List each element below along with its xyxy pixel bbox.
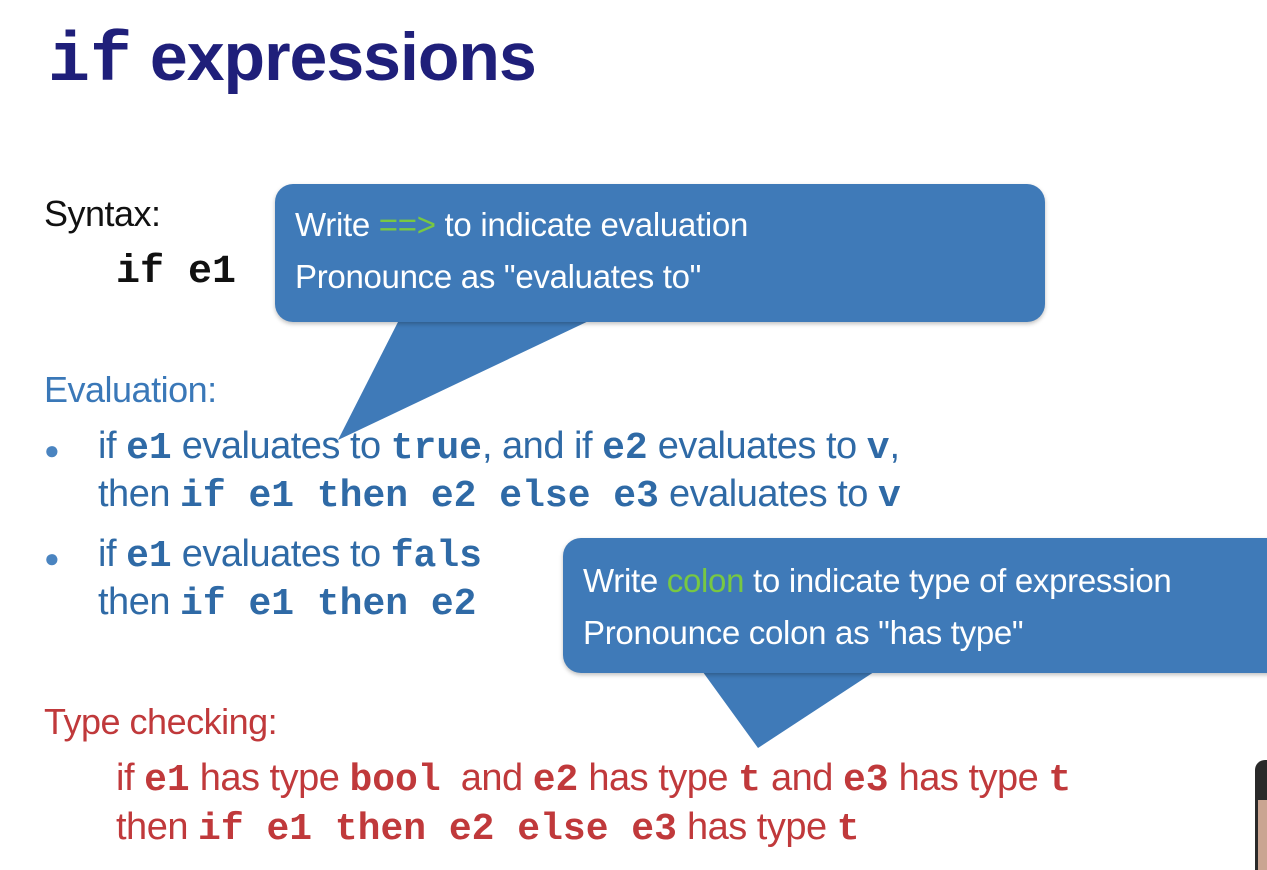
evaluation-bullet-2-line-1: if e1 evaluates to fals [98,533,482,578]
text: if [116,757,145,799]
callout-evaluation-line-2: Pronounce as "evaluates to" [295,258,702,295]
text: Write [295,206,379,243]
highlight: ==> [378,206,436,243]
code: v [877,475,901,518]
text: if [98,533,127,575]
code: e1 [126,535,172,578]
presenter-hand [1258,800,1267,870]
text: has type [888,757,1049,799]
text: evaluates to [171,533,391,575]
text: has type [676,806,837,848]
code: if e1 then e2 else e3 [198,808,677,851]
callout-type: Write colon to indicate type of expressi… [563,538,1267,673]
code: if e1 then e2 else e3 [180,475,659,518]
text: , and if [481,425,603,467]
code: e1 [144,759,190,802]
type-checking-line-2: then if e1 then e2 else e3 has type t [116,806,860,851]
callout-evaluation: Write ==> to indicate evaluation Pronoun… [275,184,1045,322]
syntax-code: if e1 [116,250,237,295]
code: e2 [602,427,648,470]
bullet-dot: ● [44,435,60,465]
type-checking-heading: Type checking: [44,701,278,742]
evaluation-bullet-1-line-1: if e1 evaluates to true, and if e2 evalu… [98,425,900,470]
code: if e1 then e2 [180,583,477,626]
code: e1 [126,427,172,470]
text: then [98,473,181,515]
syntax-heading: Syntax: [44,193,161,234]
evaluation-heading: Evaluation: [44,369,217,410]
text: evaluates to [658,473,878,515]
type-checking-line-1: if e1 has type bool and e2 has type t an… [116,757,1071,802]
code: t [1048,759,1072,802]
text: , [889,425,901,467]
code: fals [390,535,482,578]
bullet-dot: ● [44,543,60,573]
text: has type [189,757,350,799]
callout-type-line-2: Pronounce colon as "has type" [583,614,1024,651]
text: then [116,806,199,848]
code: bool [349,759,441,802]
text: Write [583,562,667,599]
evaluation-bullet-2-line-2: then if e1 then e2 [98,581,476,626]
text: and [440,757,533,799]
code: e2 [532,759,579,802]
code: v [866,427,890,470]
slide-title: if expressions [48,18,537,102]
code: t [836,808,860,851]
callout-evaluation-line-1: Write ==> to indicate evaluation [295,206,748,244]
title-keyword: if [48,23,133,102]
code: t [738,759,761,802]
text: if [98,425,127,467]
title-text: expressions [132,19,537,95]
callout-evaluation-tail [338,318,595,440]
text: to indicate evaluation [435,206,749,243]
callout-type-line-1: Write colon to indicate type of expressi… [583,562,1172,600]
text: then [98,581,181,623]
code: e3 [842,759,889,802]
text: evaluates to [647,425,867,467]
highlight: colon [666,562,745,599]
text: evaluates to [171,425,391,467]
code: true [390,427,482,470]
text: and [760,757,843,799]
callout-type-tail [700,668,880,748]
evaluation-bullet-1-line-2: then if e1 then e2 else e3 evaluates to … [98,473,901,518]
text: to indicate type of expression [744,562,1172,599]
text: has type [578,757,739,799]
